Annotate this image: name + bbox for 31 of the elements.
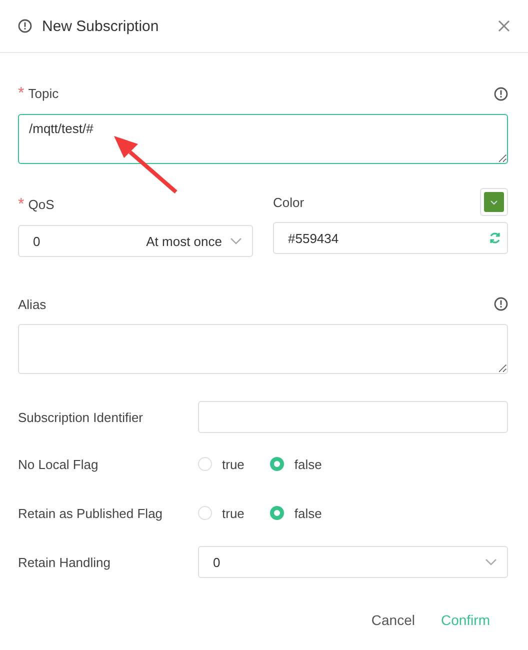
- field-label: Topic: [28, 86, 59, 101]
- retain-handling-select[interactable]: 0: [198, 546, 508, 578]
- field-label: Retain as Published Flag: [18, 506, 164, 520]
- radio-option[interactable]: true: [198, 506, 244, 520]
- required-mark: *: [18, 196, 24, 213]
- radio-option[interactable]: false: [270, 506, 322, 520]
- radio-option[interactable]: true: [198, 456, 244, 472]
- required-mark: *: [18, 85, 24, 102]
- qos-select[interactable]: 0 At most once: [18, 225, 253, 257]
- chevron-down-icon: [490, 200, 498, 204]
- chevron-down-icon: [485, 558, 497, 566]
- field-label: Color: [273, 194, 304, 210]
- chevron-down-icon: [230, 237, 242, 245]
- radio-option[interactable]: false: [270, 456, 322, 472]
- field-label: No Local Flag: [18, 456, 100, 472]
- info-icon: [18, 19, 32, 33]
- refresh-icon[interactable]: [489, 232, 501, 244]
- alias-input[interactable]: [18, 324, 508, 374]
- dialog-title: New Subscription: [42, 18, 160, 34]
- info-icon: [494, 297, 508, 311]
- color-picker[interactable]: [480, 188, 508, 216]
- field-label: QoS: [28, 197, 54, 212]
- field-label: Alias: [18, 296, 46, 312]
- close-icon[interactable]: [498, 20, 510, 32]
- subscription-identifier-input[interactable]: [198, 401, 508, 433]
- info-icon: [494, 87, 508, 101]
- field-label: Retain Handling: [18, 554, 112, 570]
- field-label: Subscription Identifier: [18, 410, 144, 424]
- color-input[interactable]: #559434: [273, 222, 508, 254]
- topic-input[interactable]: /mqtt/test/#: [18, 114, 508, 164]
- cancel-button[interactable]: Cancel: [363, 606, 423, 634]
